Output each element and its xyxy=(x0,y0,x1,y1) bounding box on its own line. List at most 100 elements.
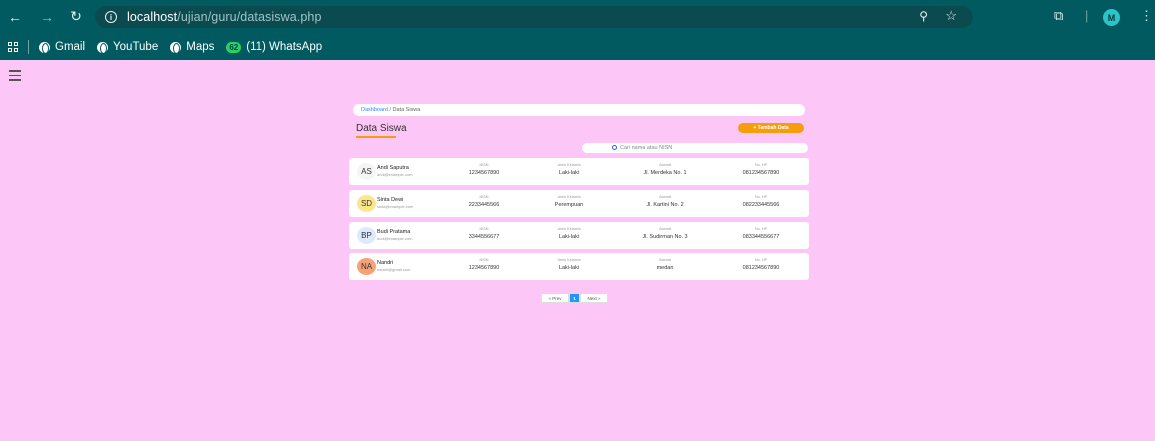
add-data-button[interactable]: + Tambah Data xyxy=(738,123,804,133)
page-1-button[interactable]: 1 xyxy=(569,293,580,303)
bookmark-label: YouTube xyxy=(113,41,159,53)
search-input[interactable]: Cari nama atau NISN xyxy=(582,143,808,153)
column-value: Laki-laki xyxy=(558,265,580,271)
student-phone-cell: No. HP 081234567890 xyxy=(721,258,801,271)
globe-icon xyxy=(39,41,50,54)
student-email: nandri@gmail.com xyxy=(377,267,411,272)
column-value: medan xyxy=(656,265,674,271)
globe-icon xyxy=(170,41,182,54)
forward-arrow-icon[interactable]: → xyxy=(38,9,56,25)
reload-icon[interactable]: ↻ xyxy=(67,8,85,25)
bookmarks-divider xyxy=(28,40,29,54)
bookmark-gmail[interactable]: Gmail xyxy=(39,41,86,54)
student-nisn-cell: NISN 1234567890 xyxy=(444,163,524,176)
column-label: NISN xyxy=(479,163,489,167)
student-name: Sinta Dewi xyxy=(377,197,404,203)
student-avatar: NA xyxy=(357,258,376,275)
column-value: Jl. Sudirman No. 3 xyxy=(642,234,688,240)
column-value: Laki-laki xyxy=(558,170,580,176)
column-value: 1234567890 xyxy=(468,265,500,271)
back-arrow-icon[interactable]: ← xyxy=(6,9,24,25)
address-bar[interactable]: i localhost/ujian/guru/datasiswa.php ⚲ ☆ xyxy=(95,6,973,28)
student-card[interactable]: AS Andi Saputra andi@example.com NISN 123456… xyxy=(349,158,809,185)
column-label: NISN xyxy=(479,258,489,262)
bookmark-label: Maps xyxy=(186,41,215,53)
student-email: andi@example.com xyxy=(377,172,413,177)
bookmark-star-icon[interactable]: ☆ xyxy=(945,8,957,24)
student-gender-cell: Jenis Kelamin Perempuan xyxy=(529,195,609,208)
column-label: Jenis Kelamin xyxy=(557,163,581,167)
bookmark-maps[interactable]: Maps xyxy=(170,41,215,54)
student-avatar: SD xyxy=(357,195,376,212)
bookmark-youtube[interactable]: YouTube xyxy=(97,41,159,54)
bookmark-whatsapp[interactable]: 62 (11) WhatsApp xyxy=(226,41,322,53)
apps-grid-icon[interactable] xyxy=(8,42,18,52)
search-placeholder: Cari nama atau NISN xyxy=(620,145,673,151)
student-email: sinta@example.com xyxy=(377,204,414,209)
student-avatar: BP xyxy=(357,227,376,244)
breadcrumb-dashboard-link[interactable]: Dashboard xyxy=(361,107,388,113)
hamburger-menu-icon[interactable] xyxy=(9,70,21,84)
next-page-button[interactable]: Next » xyxy=(580,293,608,303)
student-name: Andi Saputra xyxy=(377,165,409,171)
student-gender-cell: Jenis Kelamin Laki-laki xyxy=(529,227,609,240)
breadcrumb-current: Data Siswa xyxy=(392,107,421,113)
column-label: Jenis Kelamin xyxy=(557,195,581,199)
pagination: « Prev 1 Next » xyxy=(541,293,608,303)
column-label: Alamat xyxy=(659,163,671,167)
student-email: budi@example.com xyxy=(377,236,413,241)
browser-toolbar: ← → ↻ i localhost/ujian/guru/datasiswa.p… xyxy=(0,0,1155,34)
url-text: localhost/ujian/guru/datasiswa.php xyxy=(127,10,322,24)
column-value: Perempuan xyxy=(554,202,584,208)
student-nisn-cell: NISN 1234567890 xyxy=(444,258,524,271)
student-gender-cell: Jenis Kelamin Laki-laki xyxy=(529,163,609,176)
student-address-cell: Alamat Jl. Merdeka No. 1 xyxy=(625,163,705,176)
student-gender-cell: Jenis Kelamin Laki-laki xyxy=(529,258,609,271)
column-value: 2233445566 xyxy=(468,202,500,208)
column-label: No. HP xyxy=(754,227,768,231)
student-card[interactable]: SD Sinta Dewi sinta@example.com NISN 2233445… xyxy=(349,190,809,217)
prev-page-button[interactable]: « Prev xyxy=(541,293,569,303)
page-title: Data Siswa xyxy=(356,123,407,134)
student-nisn-cell: NISN 3344556677 xyxy=(444,227,524,240)
column-value: 081234567890 xyxy=(742,170,780,176)
column-label: Alamat xyxy=(659,227,671,231)
column-label: No. HP xyxy=(754,195,768,199)
column-value: Jl. Merdeka No. 1 xyxy=(643,170,687,176)
whatsapp-badge: 62 xyxy=(226,41,242,53)
column-value: 082233445566 xyxy=(742,202,780,208)
student-name: Nandri xyxy=(377,260,394,266)
bookmarks-bar: Gmail YouTube Maps 62 (11) WhatsApp xyxy=(0,34,1155,60)
column-label: No. HP xyxy=(754,163,768,167)
column-label: Alamat xyxy=(659,258,671,262)
column-value: 1234567890 xyxy=(468,170,500,176)
site-info-icon[interactable]: i xyxy=(105,11,117,23)
student-card[interactable]: BP Budi Pratama budi@example.com NISN 334455… xyxy=(349,222,809,249)
student-nisn-cell: NISN 2233445566 xyxy=(444,195,524,208)
browser-menu-icon[interactable]: ⋮ xyxy=(1140,8,1153,24)
search-icon xyxy=(612,145,617,150)
zoom-icon[interactable]: ⚲ xyxy=(919,9,928,23)
bookmark-label: (11) WhatsApp xyxy=(246,41,323,53)
student-address-cell: Alamat Jl. Kartini No. 2 xyxy=(625,195,705,208)
student-name: Budi Pratama xyxy=(377,229,411,235)
extensions-icon[interactable]: ⧉ xyxy=(1054,8,1063,24)
column-value: Jl. Kartini No. 2 xyxy=(646,202,684,208)
toolbar-divider: | xyxy=(1085,8,1089,23)
student-phone-cell: No. HP 083344556677 xyxy=(721,227,801,240)
student-card[interactable]: NA Nandri nandri@gmail.com NISN 1234567890 Je… xyxy=(349,253,809,280)
column-label: Alamat xyxy=(659,195,671,199)
column-value: 3344556677 xyxy=(468,234,500,240)
column-label: Jenis Kelamin xyxy=(557,227,581,231)
column-label: No. HP xyxy=(754,258,768,262)
globe-icon xyxy=(97,41,109,54)
profile-avatar[interactable]: M xyxy=(1103,9,1120,26)
column-value: 081234567890 xyxy=(742,265,780,271)
breadcrumb: Dashboard / Data Siswa xyxy=(353,104,805,116)
bookmark-label: Gmail xyxy=(55,41,86,53)
breadcrumb-separator: / xyxy=(389,107,391,113)
student-phone-cell: No. HP 081234567890 xyxy=(721,163,801,176)
student-phone-cell: No. HP 082233445566 xyxy=(721,195,801,208)
column-value: 083344556677 xyxy=(742,234,780,240)
column-value: Laki-laki xyxy=(558,234,580,240)
